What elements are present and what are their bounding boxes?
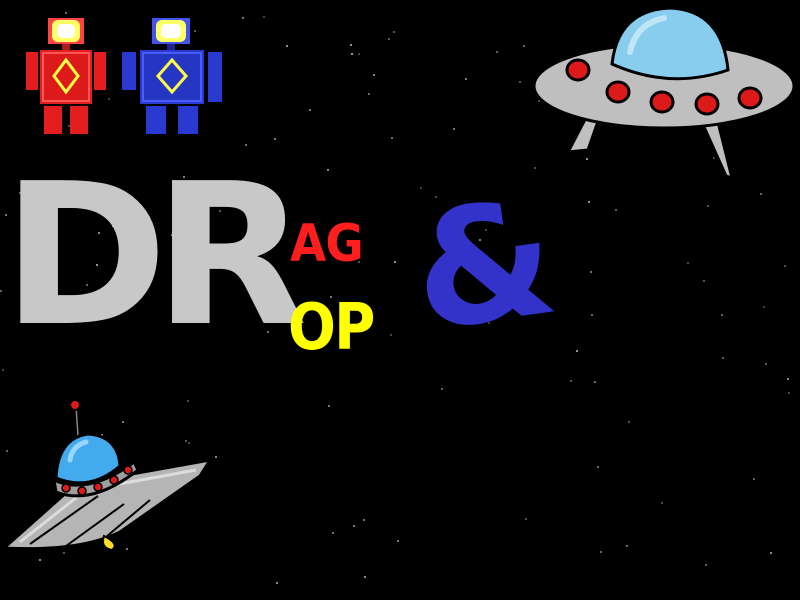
star-dot bbox=[784, 265, 786, 267]
star-dot bbox=[453, 128, 455, 130]
star-dot bbox=[753, 478, 755, 480]
star-dot bbox=[628, 421, 630, 423]
star-dot bbox=[373, 74, 375, 76]
star-dot bbox=[721, 314, 723, 316]
star-dot bbox=[588, 201, 590, 203]
star-dot bbox=[394, 261, 396, 263]
star-dot bbox=[591, 314, 593, 316]
title-ag-text[interactable]: AG bbox=[290, 218, 364, 270]
star-dot bbox=[722, 357, 724, 359]
star-dot bbox=[263, 16, 265, 18]
star-dot bbox=[397, 540, 399, 542]
star-dot bbox=[763, 306, 765, 308]
title-dr-text[interactable]: DR bbox=[2, 158, 308, 354]
star-dot bbox=[788, 392, 790, 394]
star-dot bbox=[358, 53, 360, 55]
star-dot bbox=[108, 98, 110, 100]
star-dot bbox=[363, 519, 365, 521]
star-dot bbox=[351, 53, 353, 55]
star-dot bbox=[390, 334, 392, 336]
star-dot bbox=[787, 378, 789, 380]
star-dot bbox=[576, 350, 578, 352]
star-dot bbox=[309, 109, 311, 111]
title-ampersand-text[interactable]: & bbox=[402, 163, 566, 368]
star-dot bbox=[597, 466, 599, 468]
star-dot bbox=[760, 193, 762, 195]
star-dot bbox=[615, 209, 617, 211]
star-dot bbox=[626, 545, 628, 547]
star-dot bbox=[703, 280, 705, 282]
star-dot bbox=[274, 138, 276, 140]
star-dot bbox=[519, 81, 521, 83]
star-dot bbox=[368, 93, 370, 95]
large-ufo-icon[interactable] bbox=[530, 0, 800, 190]
star-dot bbox=[364, 576, 366, 578]
game-scene: DR AG OP & bbox=[0, 0, 800, 600]
star-dot bbox=[523, 45, 525, 47]
small-ufo-icon[interactable] bbox=[0, 396, 214, 556]
star-dot bbox=[388, 38, 390, 40]
star-dot bbox=[393, 31, 395, 33]
star-dot bbox=[350, 44, 352, 46]
star-dot bbox=[391, 137, 393, 139]
star-dot bbox=[242, 17, 244, 19]
star-dot bbox=[465, 78, 467, 80]
star-dot bbox=[39, 559, 41, 561]
star-dot bbox=[600, 551, 602, 553]
star-dot bbox=[353, 525, 355, 527]
star-dot bbox=[570, 380, 572, 382]
title-op-text[interactable]: OP bbox=[288, 296, 375, 360]
star-dot bbox=[661, 502, 663, 504]
star-dot bbox=[441, 388, 443, 390]
star-dot bbox=[332, 532, 334, 534]
star-dot bbox=[594, 381, 596, 383]
star-dot bbox=[286, 45, 288, 47]
star-dot bbox=[525, 518, 527, 520]
star-dot bbox=[327, 169, 329, 171]
blue-robot-icon[interactable] bbox=[122, 14, 224, 136]
star-dot bbox=[276, 582, 278, 584]
star-dot bbox=[687, 262, 689, 264]
star-dot bbox=[590, 271, 592, 273]
star-dot bbox=[496, 51, 498, 53]
star-dot bbox=[328, 405, 330, 407]
star-dot bbox=[707, 205, 709, 207]
star-dot bbox=[765, 363, 767, 365]
star-dot bbox=[705, 564, 707, 566]
red-robot-icon[interactable] bbox=[26, 14, 106, 136]
star-dot bbox=[770, 552, 772, 554]
star-dot bbox=[215, 456, 217, 458]
